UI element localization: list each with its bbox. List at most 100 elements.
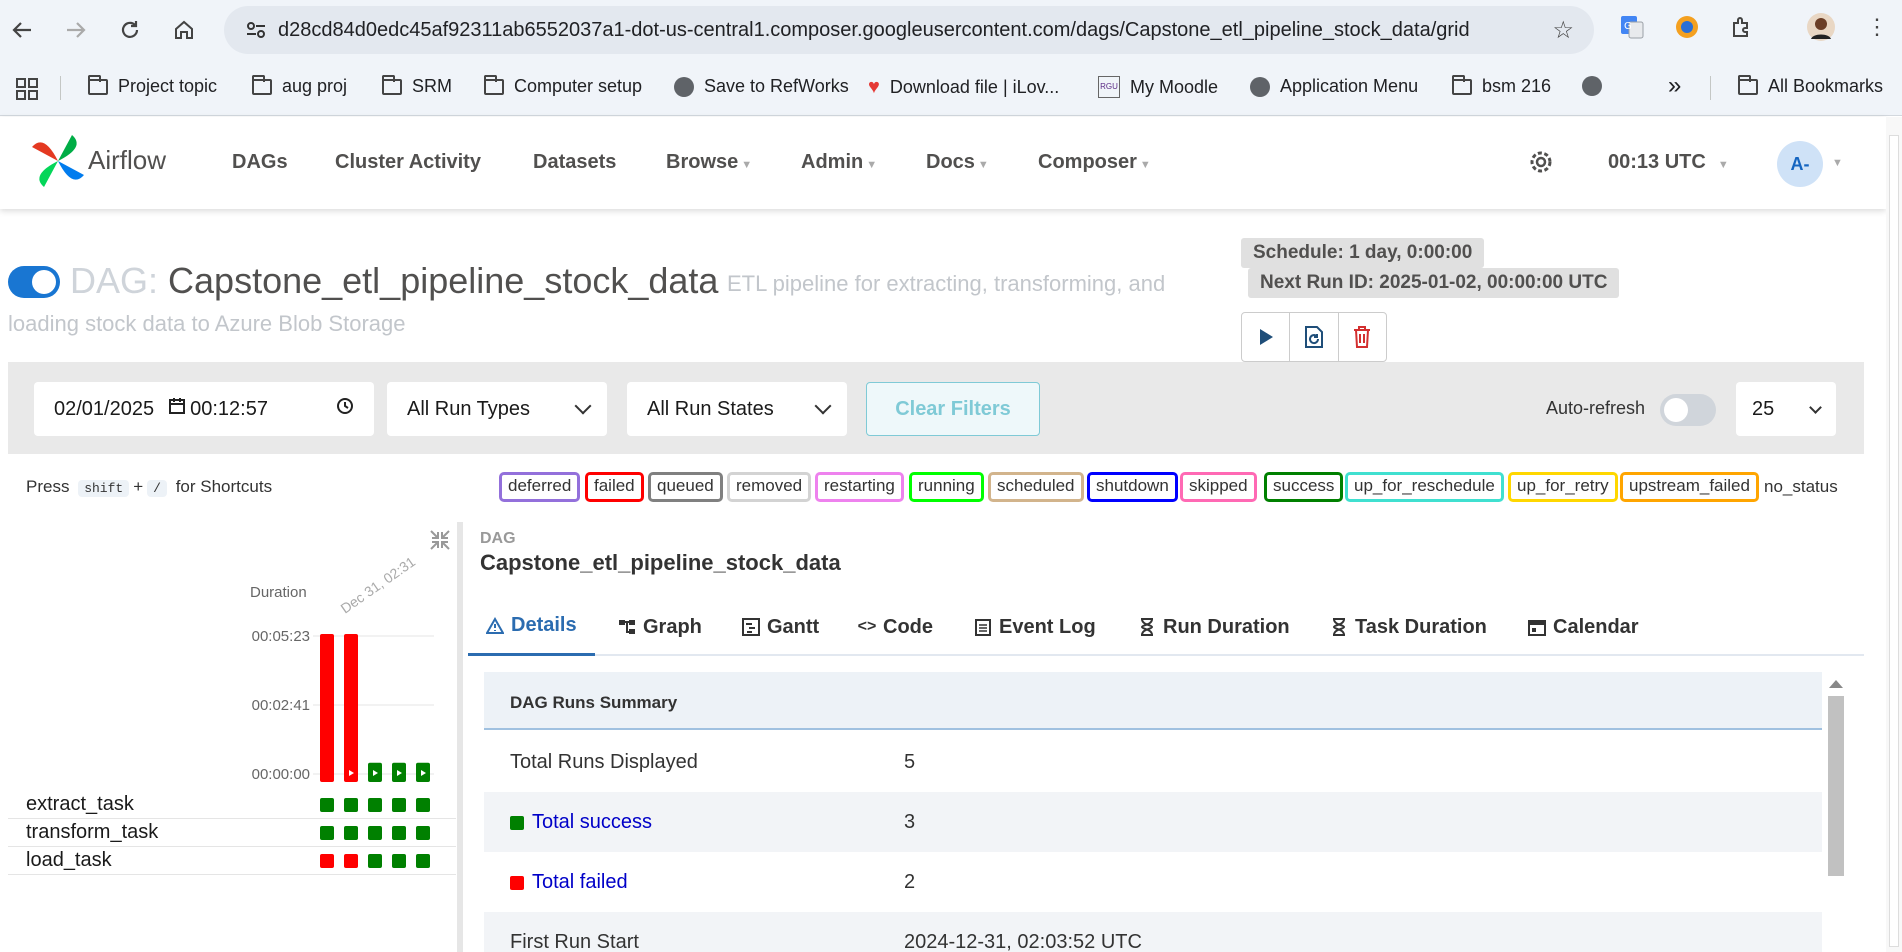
all-bookmarks[interactable]: All Bookmarks [1738, 74, 1883, 97]
legend-skipped[interactable]: skipped [1180, 472, 1257, 502]
dag-pause-toggle[interactable] [8, 266, 60, 298]
legend-failed[interactable]: failed [585, 472, 644, 502]
bookmark-srm[interactable]: SRM [382, 74, 452, 97]
bookmark-project-topic[interactable]: Project topic [88, 74, 217, 97]
gear-icon[interactable] [1526, 147, 1556, 177]
legend-restarting[interactable]: restarting [815, 472, 904, 502]
task-name[interactable]: transform_task [26, 821, 158, 844]
scroll-up-icon[interactable] [1829, 680, 1843, 688]
task-instance-cell[interactable] [320, 854, 334, 868]
run-state-select[interactable]: All Run States [627, 382, 847, 436]
bookmark-aug-proj[interactable]: aug proj [252, 74, 347, 97]
breadcrumb-dag-name[interactable]: Capstone_etl_pipeline_stock_data [480, 550, 841, 576]
tab-gantt[interactable]: Gantt [742, 598, 819, 656]
tab-graph[interactable]: Graph [618, 598, 702, 656]
utc-clock[interactable]: 00:13 UTC ▼ [1608, 151, 1729, 174]
tab-code[interactable]: <> Code [858, 598, 933, 656]
legend-up-for-retry[interactable]: up_for_retry [1508, 472, 1618, 502]
site-info-icon[interactable] [234, 19, 278, 41]
tab-calendar[interactable]: Calendar [1528, 598, 1639, 656]
nav-admin[interactable]: Admin ▼ [801, 151, 877, 174]
legend-removed[interactable]: removed [727, 472, 812, 502]
airflow-logo-text[interactable]: Airflow [88, 145, 166, 176]
extensions-puzzle-icon[interactable] [1727, 12, 1757, 42]
task-instance-cell[interactable] [320, 826, 334, 840]
tab-details[interactable]: Details [468, 598, 595, 656]
task-instance-cell[interactable] [368, 798, 382, 812]
auto-refresh-toggle[interactable] [1660, 394, 1716, 426]
bookmark-star-icon[interactable]: ☆ [1552, 16, 1574, 45]
user-avatar[interactable]: A- [1777, 141, 1823, 187]
bookmark-bsm-216[interactable]: bsm 216 [1452, 74, 1551, 97]
clear-filters-button[interactable]: Clear Filters [866, 382, 1040, 436]
tab-event-log[interactable]: Event Log [974, 598, 1096, 656]
nav-cluster-activity[interactable]: Cluster Activity [335, 151, 481, 174]
tab-task-duration[interactable]: Task Duration [1330, 598, 1487, 656]
airflow-logo-icon[interactable] [28, 131, 88, 191]
bookmark-computer-setup[interactable]: Computer setup [484, 74, 642, 97]
task-instance-cell[interactable] [320, 798, 334, 812]
task-instance-cell[interactable] [416, 854, 430, 868]
address-bar[interactable]: d28cd84d0edc45af92311ab6552037a1-dot-us-… [224, 6, 1594, 54]
nav-browse[interactable]: Browse ▼ [666, 151, 752, 174]
task-instance-cell[interactable] [392, 826, 406, 840]
run-type-select[interactable]: All Run Types [387, 382, 607, 436]
page-scrollbar[interactable] [1886, 117, 1902, 952]
task-name[interactable]: load_task [26, 849, 112, 872]
task-row[interactable]: extract_task [8, 791, 456, 819]
summary-scrollbar-thumb[interactable] [1828, 696, 1844, 876]
page-size-select[interactable]: 25 [1736, 382, 1836, 436]
bookmark-my-moodle[interactable]: RGU My Moodle [1098, 76, 1218, 98]
bookmarks-overflow-button[interactable]: » [1668, 72, 1681, 100]
task-instance-cell[interactable] [344, 854, 358, 868]
task-instance-cell[interactable] [392, 798, 406, 812]
panel-resize-handle[interactable] [457, 522, 463, 952]
home-icon[interactable] [162, 8, 206, 52]
summary-scrollbar[interactable] [1824, 678, 1846, 952]
back-icon[interactable] [0, 8, 44, 52]
bookmark-application-menu[interactable]: Application Menu [1250, 76, 1418, 97]
task-instance-cell[interactable] [416, 826, 430, 840]
nav-dags[interactable]: DAGs [232, 151, 288, 174]
legend-deferred[interactable]: deferred [499, 472, 581, 502]
total-failed-link[interactable]: Total failed [532, 871, 628, 894]
task-name[interactable]: extract_task [26, 793, 134, 816]
legend-queued[interactable]: queued [648, 472, 723, 502]
task-instance-cell[interactable] [368, 826, 382, 840]
task-row[interactable]: transform_task [8, 819, 456, 847]
reparse-dag-button[interactable] [1290, 313, 1339, 361]
page-scrollbar-thumb[interactable] [1889, 135, 1899, 947]
task-instance-cell[interactable] [416, 798, 430, 812]
reload-icon[interactable] [108, 8, 152, 52]
forward-icon[interactable] [54, 8, 98, 52]
legend-no-status[interactable]: no_status [1764, 477, 1838, 497]
tab-run-duration[interactable]: Run Duration [1138, 598, 1290, 656]
nav-docs[interactable]: Docs ▼ [926, 151, 989, 174]
bookmark-globe[interactable] [1582, 76, 1602, 96]
calendar-icon[interactable] [168, 397, 186, 421]
trigger-dag-button[interactable] [1242, 313, 1291, 361]
extension-circle-icon[interactable] [1672, 12, 1702, 42]
task-instance-cell[interactable] [392, 854, 406, 868]
legend-shutdown[interactable]: shutdown [1087, 472, 1178, 502]
legend-up-for-reschedule[interactable]: up_for_reschedule [1345, 472, 1504, 502]
legend-success[interactable]: success [1264, 472, 1344, 502]
clock-icon[interactable] [336, 397, 354, 421]
task-row[interactable]: load_task [8, 847, 456, 875]
bookmark-download-file[interactable]: ♥ Download file | iLov... [868, 76, 1059, 99]
browser-menu-icon[interactable]: ⋮ [1862, 12, 1892, 42]
google-translate-icon[interactable]: G [1617, 12, 1647, 42]
legend-running[interactable]: running [909, 472, 984, 502]
delete-dag-button[interactable] [1339, 313, 1386, 361]
nav-datasets[interactable]: Datasets [533, 151, 616, 174]
nav-composer[interactable]: Composer ▼ [1038, 151, 1151, 174]
profile-avatar-icon[interactable] [1806, 12, 1836, 42]
bookmark-save-to-refworks[interactable]: Save to RefWorks [674, 76, 849, 97]
base-date-input[interactable]: 02/01/2025 00:12:57 [34, 382, 374, 436]
total-success-link[interactable]: Total success [532, 811, 652, 834]
task-instance-cell[interactable] [344, 798, 358, 812]
apps-grid-icon[interactable] [16, 78, 38, 105]
legend-scheduled[interactable]: scheduled [988, 472, 1084, 502]
task-instance-cell[interactable] [344, 826, 358, 840]
legend-upstream-failed[interactable]: upstream_failed [1620, 472, 1759, 502]
